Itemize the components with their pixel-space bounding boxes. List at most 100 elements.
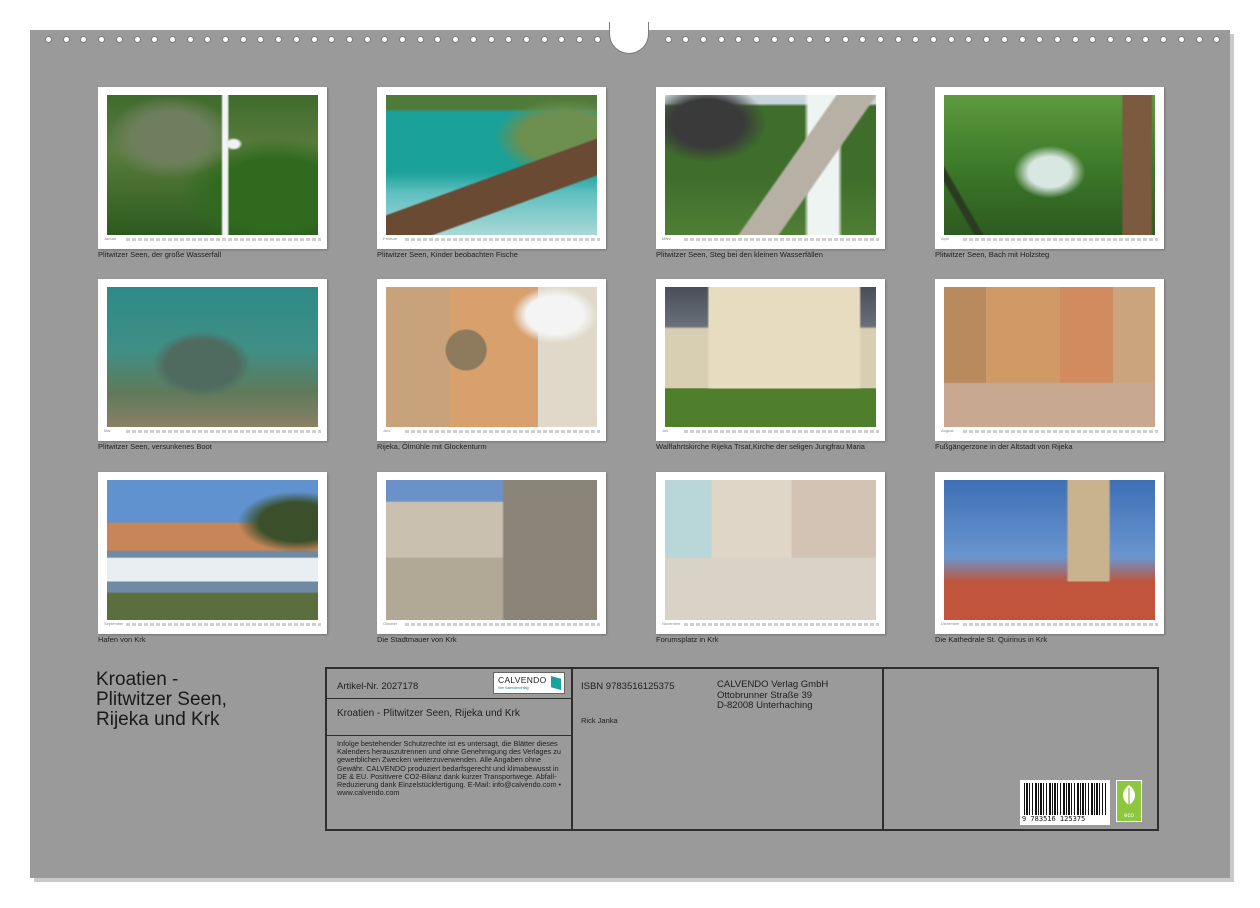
binding-hole [770, 36, 778, 43]
info-divider-1 [571, 669, 573, 829]
day-cells [126, 430, 321, 433]
month-photo [107, 95, 318, 235]
month-photo [665, 287, 876, 427]
binding-hole [345, 36, 353, 43]
article-number: Artikel-Nr. 2027178 [337, 681, 419, 692]
binding-hole [1124, 36, 1132, 43]
month-photo [386, 480, 597, 620]
photo-caption: Plitwitzer Seen, Steg bei den kleinen Wa… [656, 250, 823, 259]
binding-hole [275, 36, 283, 43]
legal-notice: Infolge bestehender Schutzrechte ist es … [337, 739, 562, 798]
calvendo-logo: CALVENDO Ihre Kalenderverlag [493, 672, 565, 694]
photo-caption: Rijeka, Ölmühle mit Glockenturm [377, 442, 487, 451]
binding-hole [399, 36, 406, 43]
photo-caption: Plitwitzer Seen, Kinder beobachten Fisch… [377, 250, 518, 259]
barcode: 9 783516 125375 [1020, 780, 1110, 825]
month-card: August [935, 279, 1164, 441]
day-cells [405, 238, 600, 241]
month-card: Juli [656, 279, 885, 441]
day-cells [963, 430, 1158, 433]
calendar-title: Kroatien - Plitwitzer Seen, Rijeka und K… [96, 669, 227, 730]
binding-hole [876, 36, 884, 43]
binding-hole [98, 36, 106, 43]
info-divider-2 [882, 669, 884, 829]
barcode-bars [1024, 783, 1106, 815]
binding-hole [80, 36, 88, 43]
binding-hole [806, 36, 814, 43]
month-photo [944, 287, 1155, 427]
binding-holes [30, 22, 1230, 54]
photo-caption: Plitwitzer Seen, der große Wasserfall [98, 250, 222, 259]
barcode-number: 9 783516 125375 [1022, 815, 1086, 823]
month-name: April [941, 236, 950, 241]
eco-badge: eco [1116, 780, 1142, 822]
month-card: März [656, 87, 885, 249]
binding-hole [1071, 36, 1079, 43]
month-card: November [656, 472, 885, 634]
binding-hole [558, 36, 566, 43]
photo-caption: Die Kathedrale St. Quirinus in Krk [935, 635, 1048, 644]
binding-hole [1036, 36, 1044, 43]
publisher-address: CALVENDO Verlag GmbH Ottobrunner Straße … [717, 679, 829, 711]
month-name: August [941, 428, 954, 433]
day-cells [405, 430, 600, 433]
binding-hole [1089, 36, 1097, 43]
binding-hole [505, 36, 513, 43]
binding-hole [717, 36, 725, 43]
photo-caption: Wallfahrtskirche Rijeka Trsat,Kirche der… [656, 442, 865, 451]
binding-hole [434, 36, 442, 43]
info-hline-1 [327, 698, 571, 699]
binding-hole [823, 36, 831, 43]
binding-hole [894, 36, 902, 43]
binding-hole [469, 36, 477, 43]
binding-hole [186, 36, 194, 43]
calendar-day-strip: Juli [662, 428, 879, 434]
binding-hole [983, 36, 991, 43]
binding-hole [735, 36, 743, 43]
binding-hole [363, 36, 371, 43]
info-box: Artikel-Nr. 2027178 CALVENDO Ihre Kalend… [325, 667, 1159, 831]
month-card: Februar [377, 87, 606, 249]
month-photo [107, 287, 318, 427]
month-card: Juni [377, 279, 606, 441]
month-card: Dezember [935, 472, 1164, 634]
binding-hole [151, 36, 159, 43]
calendar-day-strip: Mai [104, 428, 321, 434]
month-card: Januar [98, 87, 327, 249]
month-name: Januar [104, 236, 117, 241]
day-cells [126, 238, 321, 241]
day-cells [684, 238, 879, 241]
binding-hole [310, 36, 318, 43]
binding-hole [1142, 36, 1150, 43]
hanger-cutout [609, 22, 649, 54]
binding-hole [576, 36, 583, 43]
binding-hole [682, 36, 690, 43]
binding-hole [753, 36, 760, 43]
isbn: ISBN 9783516125375 [581, 681, 675, 692]
author-name: Rick Janka [581, 716, 618, 725]
day-cells [963, 238, 1158, 241]
binding-hole [1053, 36, 1061, 43]
binding-hole [788, 36, 796, 43]
binding-hole [965, 36, 973, 43]
binding-hole [115, 36, 123, 43]
calendar-day-strip: Januar [104, 236, 321, 242]
month-photo [107, 480, 318, 620]
binding-hole [204, 36, 212, 43]
binding-hole [664, 36, 672, 43]
month-name: September [104, 621, 124, 626]
binding-hole [930, 36, 937, 43]
photo-caption: Plitwitzer Seen, Bach mit Holzsteg [935, 250, 1050, 259]
photo-caption: Fußgängerzone in der Altstadt von Rijeka [935, 442, 1073, 451]
info-hline-2 [327, 735, 571, 736]
binding-hole [257, 36, 265, 43]
binding-hole [540, 36, 548, 43]
photo-caption: Hafen von Krk [98, 635, 146, 644]
calendar-day-strip: April [941, 236, 1158, 242]
photo-caption: Die Stadtmauer von Krk [377, 635, 457, 644]
month-photo [665, 480, 876, 620]
photo-caption: Forumsplatz in Krk [656, 635, 719, 644]
product-title: Kroatien - Plitwitzer Seen, Rijeka und K… [337, 708, 520, 719]
binding-hole [328, 36, 336, 43]
month-name: Mai [104, 428, 111, 433]
